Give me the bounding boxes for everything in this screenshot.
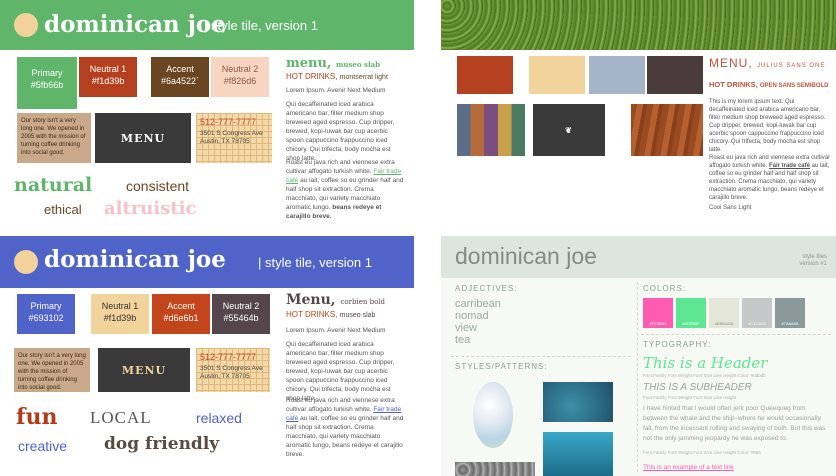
colors-label: COLORS: [643, 284, 687, 293]
opal-pattern [473, 382, 513, 448]
word-dog-friendly: dog friendly [104, 434, 220, 454]
menu-heading: menu, museo slab [286, 56, 381, 71]
column-divider [637, 282, 638, 472]
swatch-accent: Accent #d6e6b1 [152, 294, 210, 334]
pebbles-pattern [455, 462, 535, 476]
phone-text: 512-777-7777 [200, 352, 257, 362]
menu-heading: MENU, JULIUS SANS ONE [709, 56, 826, 70]
story-tile: Our story isn't a very long one. We open… [14, 348, 90, 392]
hot-drinks: HOT DRINKS, museo slab [286, 310, 376, 319]
logo-circle [14, 13, 38, 37]
style-tile-minimal: dominican joe style tiles version #1 ADJ… [441, 236, 836, 476]
adjectives-label: ADJECTIVES: [455, 284, 518, 293]
address-text: 3501 S Congress Ave Austin, TX 78705 [200, 130, 263, 145]
header-bar: dominican joe | style tile, version 1 [0, 236, 414, 288]
swatch-slate [589, 56, 645, 94]
body-paragraph-2: Roast eu java rich and viennese extra cu… [709, 155, 831, 201]
menu-tile: MENU [95, 113, 191, 163]
address-tile: 512-777-7777 3501 S Congress Ave Austin,… [196, 113, 272, 163]
header-bar: dominican joe style tiles version #1 [441, 236, 836, 278]
color-swatch-slate: #7A8A8A [775, 298, 805, 328]
brand-title: dominican joe [455, 243, 597, 269]
hot-drinks: HOT DRINKS, OPEN SANS SEMIBOLD [709, 80, 829, 89]
header-bar: dominican joe | style tile, version 1 [0, 0, 414, 50]
header-sample: This is a Header [643, 354, 768, 372]
body-paragraph-1: This is my lorem ipsum text. Qui decaffe… [709, 99, 826, 153]
color-swatch-silver: #C1C2C5 [742, 298, 772, 328]
brand-title: dominican joe [44, 11, 226, 38]
style-tile-blue: dominican joe | style tile, version 1 Pr… [0, 236, 414, 476]
swatch-accent: Accent #6a4522` [151, 57, 209, 97]
adjective-item: tea [455, 334, 471, 346]
logo-circle [14, 250, 38, 274]
hot-drinks: HOT DRINKS, montserrat light [286, 72, 388, 81]
subtitle: | style tile, version 1 [204, 18, 318, 33]
swatch-neutral-2: Neutral 2 #f826d6 [211, 57, 269, 97]
font-caption: Cooi Sans Light [709, 205, 752, 211]
brand-title: dominican joe [44, 246, 226, 273]
typography-label: TYPOGRAPHY: [643, 340, 712, 349]
water-pattern [543, 432, 613, 476]
lorem-label: Lorem Ipsum. Avenir Next Medium [286, 87, 386, 94]
word-altruistic: altruistic [104, 198, 197, 219]
word-ethical: ethical [44, 202, 82, 217]
textile-photo [457, 104, 525, 156]
lorem-label: Lorem Ipsum. Avenir Next Medium [286, 327, 386, 334]
text-link-sample[interactable]: This is an example of a text link [643, 464, 734, 471]
address-tile: 512-777-7777 3501 S Congress Ave Austin,… [196, 348, 270, 392]
adjective-item: nomad [455, 310, 489, 322]
word-fun: fun [16, 404, 58, 430]
style-tile-green: dominican joe | style tile, version 1 Pr… [0, 0, 414, 226]
swatch-primary: Primary #5fb66b [17, 57, 77, 109]
body-text-sample: I have hinted that I would often jerk po… [643, 405, 826, 442]
swatch-plum [647, 56, 703, 94]
adjective-item: view [455, 322, 478, 334]
foliage-banner [441, 0, 836, 50]
swatch-sand [529, 56, 585, 94]
color-swatch-pink: #FF5BB1 [643, 298, 673, 328]
wood-photo [631, 104, 703, 156]
color-swatch-green: #3DEB8F [676, 298, 706, 328]
body-meta: Font Family Font Weight Font Size Line H… [643, 450, 761, 455]
section-divider [451, 356, 631, 357]
subheader-meta: Font Family Font Weight Font Size Line H… [643, 395, 737, 400]
swatch-neutral-1: Neutral 1 #f1d39b [91, 294, 149, 334]
swatch-rust [457, 56, 513, 94]
swatch-neutral-1: Neutral 1 #f1d39b [79, 57, 137, 97]
menu-heading: Menu, corbien bold [286, 292, 386, 308]
swatch-primary: Primary #693102 [17, 294, 75, 334]
adjectives-list: carribean nomad view tea [455, 298, 501, 346]
body-paragraph-1: Qui decaffeinated iced arabica americano… [286, 101, 395, 162]
version-tag: style tiles version #1 [799, 254, 827, 267]
word-creative: creative [18, 438, 68, 454]
swatch-neutral-2: Neutral 2 #55464b [212, 294, 270, 334]
styles-label: STYLES/PATTERNS: [455, 362, 548, 371]
body-paragraph-2: Roast eu java rich and viennese extra cu… [286, 159, 404, 220]
word-local: LOCAL [90, 408, 152, 427]
subtitle: | style tile, version 1 [258, 255, 372, 270]
section-divider [641, 334, 831, 335]
address-text: 3501 S Congress Ave Austin, TX 78705 [200, 365, 263, 380]
body-paragraph-1: Qui decaffeinated iced arabica americano… [286, 341, 395, 402]
story-tile: Our story isn't a very long one. We open… [17, 113, 91, 163]
body-paragraph-2: Roast eu java rich and viennese extra cu… [286, 397, 404, 458]
chalkboard-photo: ❦ [533, 104, 605, 156]
adjective-item: carribean [455, 298, 501, 310]
subheader-sample: THIS IS A SUBHEADER [643, 382, 752, 393]
reef-pattern [543, 382, 613, 422]
word-consistent: consistent [126, 178, 190, 194]
word-relaxed: relaxed [196, 410, 242, 426]
menu-tile: MENU [98, 348, 190, 392]
header-meta: Font Family Font Weight Font Size Line H… [643, 373, 766, 378]
text-link[interactable]: Fair trade café [769, 163, 810, 169]
style-tile-photo: ❦ MENU, JULIUS SANS ONE HOT DRINKS, OPEN… [441, 0, 836, 226]
color-swatch-cream: #EBEAD8 [709, 298, 739, 328]
word-natural: natural [14, 174, 93, 196]
phone-text: 512-777-7777 [200, 117, 257, 127]
